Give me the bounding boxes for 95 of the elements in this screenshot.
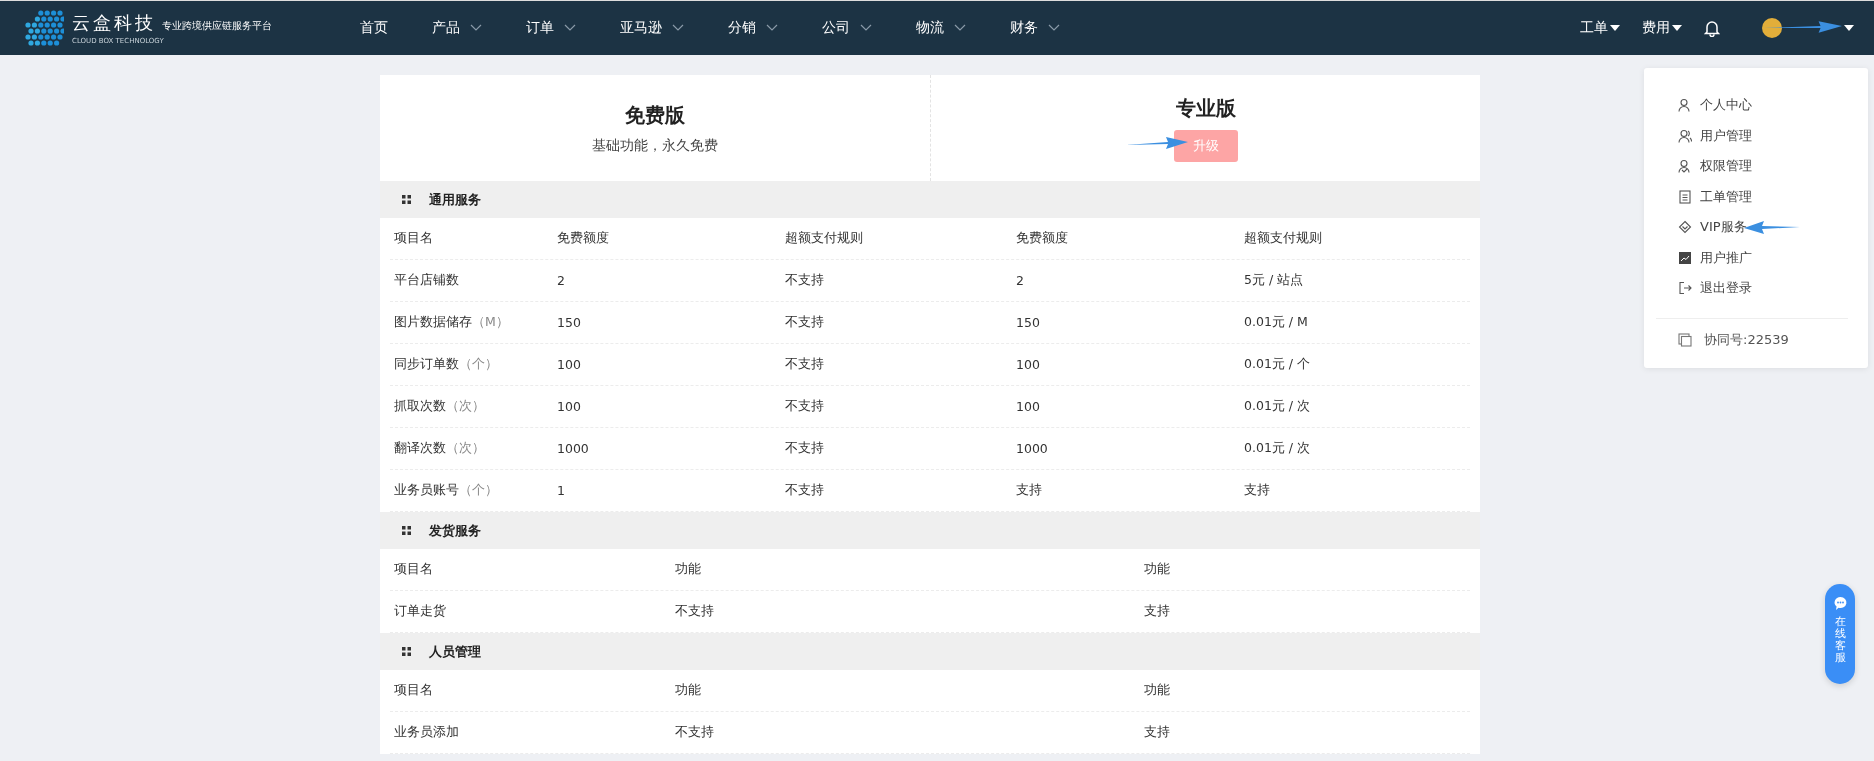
chevron-down-icon[interactable] [672,24,684,32]
bell-icon[interactable] [1704,19,1720,37]
nav-item[interactable]: 公司 [822,19,872,37]
table-cell-text: 平台店铺数 [393,272,460,289]
menu-item[interactable]: 工单管理 [1678,181,1868,212]
nav-item[interactable]: 首页 [360,19,388,37]
collaboration-id: 协同号:22539 [1704,330,1789,349]
table-cell-text: 0.01元 / 次 [1243,398,1311,415]
table-cell-text: 不支持 [784,482,825,499]
chat-icon [1832,596,1848,611]
column-header: 项目名 [393,561,434,578]
chevron-down-icon[interactable] [766,24,778,32]
column-header: 功能 [1143,561,1171,578]
menu-item[interactable]: VIP服务 [1678,212,1868,243]
table-cell-text: 1000 [1015,441,1049,456]
avatar[interactable] [1762,18,1782,38]
table-cell-text: 5元 / 站点 [1243,272,1305,289]
chevron-down-icon[interactable] [954,24,966,32]
table-cell-text: 订单走货 [393,603,447,620]
section-title: 发货服务 [429,521,481,540]
column-header: 功能 [674,682,702,699]
menu-item[interactable]: 权限管理 [1678,151,1868,182]
table-cell-text: 100 [1015,357,1041,372]
user-icon [1678,128,1692,143]
table-cell-text: 不支持 [674,724,715,741]
grid-icon [402,647,411,656]
table-cell-text: 同步订单数（个） [393,356,499,373]
table-cell-text: 支持 [1015,482,1043,499]
chevron-down-icon[interactable] [470,24,482,32]
table-cell-text: 支持 [1243,482,1271,499]
nav-item[interactable]: 产品 [432,19,482,37]
table-cell-text: 150 [556,315,582,330]
table-cell-text: 100 [556,357,582,372]
section-title: 人员管理 [429,642,481,661]
table-cell-text: 0.01元 / 个 [1243,356,1311,373]
table-cell-text: 0.01元 / 次 [1243,440,1311,457]
table-cell-text: 业务员账号（个） [393,482,499,499]
user-icon [1678,159,1692,174]
column-header: 项目名 [393,682,434,699]
table-cell-text: 100 [556,399,582,414]
diamond-icon [1678,220,1692,235]
column-header: 功能 [1143,682,1171,699]
user-icon [1678,98,1692,113]
nav-item[interactable]: 订单 [526,19,576,37]
table-cell-text: 1 [556,483,566,498]
column-header: 免费额度 [1015,230,1069,247]
menu-item[interactable]: 用户管理 [1678,120,1868,151]
table-cell-text: 不支持 [784,272,825,289]
column-header: 超额支付规则 [784,230,864,247]
table-cell-text: 不支持 [784,440,825,457]
column-header: 功能 [674,561,702,578]
table-cell-text: 2 [1015,273,1025,288]
logo-icon [24,9,64,47]
table-cell-text: 翻译次数（次） [393,440,486,457]
grid-icon [402,195,411,204]
table-cell-text: 图片数据储存（M） [393,314,510,331]
table-cell-text: 不支持 [784,314,825,331]
table-cell-text: 不支持 [784,356,825,373]
top-menu[interactable]: 工单 [1580,19,1620,37]
table-cell-text: 2 [556,273,566,288]
logout-icon [1678,281,1692,296]
plan-title: 专业版 [1175,94,1236,122]
table-cell-text: 支持 [1143,603,1171,620]
column-header: 项目名 [393,230,434,247]
menu-item[interactable]: 退出登录 [1678,273,1868,304]
table-cell-text: 抓取次数（次） [393,398,486,415]
chart-icon [1678,250,1692,265]
copy-icon [1678,332,1692,347]
brand-tagline: 专业跨境供应链服务平台 [162,19,272,33]
column-header: 免费额度 [556,230,610,247]
table-cell-text: 1000 [556,441,590,456]
nav-item[interactable]: 财务 [1010,19,1060,37]
table-cell-text: 100 [1015,399,1041,414]
document-icon [1678,189,1692,204]
table-cell-text: 0.01元 / M [1243,314,1309,331]
plan-description: 基础功能，永久免费 [592,136,718,155]
menu-item[interactable]: 用户推广 [1678,242,1868,273]
table-cell-text: 业务员添加 [393,724,460,741]
brand-name: 云盒科技 [72,11,156,35]
grid-icon [402,526,411,535]
nav-item[interactable]: 分销 [728,19,778,37]
nav-item[interactable]: 亚马逊 [620,19,684,37]
table-cell-text: 150 [1015,315,1041,330]
top-menu[interactable]: 费用 [1642,19,1682,37]
plan-title: 免费版 [625,101,685,129]
table-cell-text: 支持 [1143,724,1171,741]
column-header: 超额支付规则 [1243,230,1323,247]
chevron-down-icon[interactable] [860,24,872,32]
section-title: 通用服务 [429,190,481,209]
chevron-down-icon[interactable] [564,24,576,32]
table-cell-text: 不支持 [784,398,825,415]
chevron-down-icon[interactable] [1048,24,1060,32]
nav-item[interactable]: 物流 [916,19,966,37]
table-cell-text: 不支持 [674,603,715,620]
menu-item[interactable]: 个人中心 [1678,90,1868,121]
